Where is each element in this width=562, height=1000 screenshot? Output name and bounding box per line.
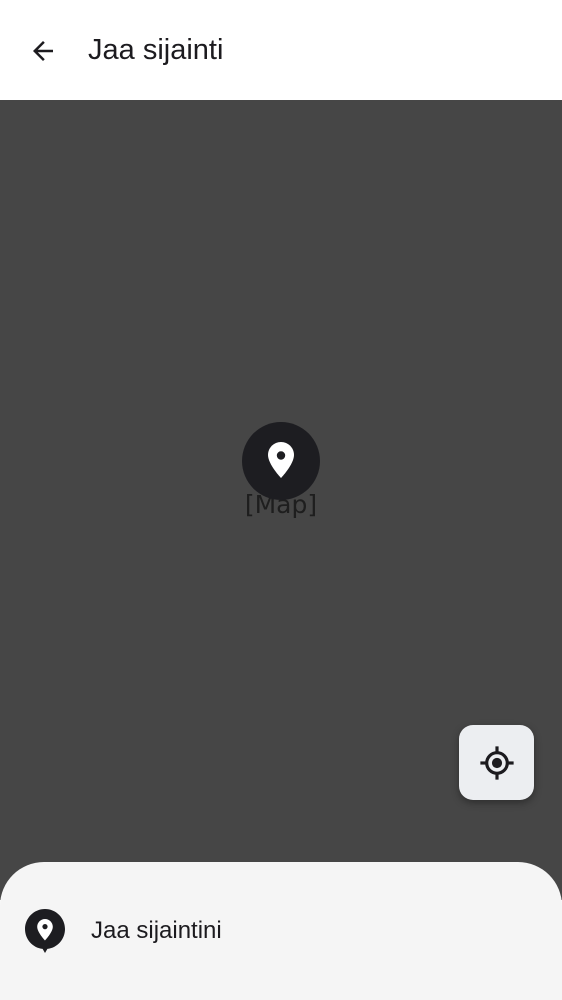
location-pin-icon [242,422,320,500]
bottom-sheet: Jaa sijaintini [0,862,562,1000]
share-my-location-button[interactable]: Jaa sijaintini [0,892,562,972]
location-marker [242,422,320,500]
app-bar: Jaa sijainti [0,0,562,100]
back-button[interactable] [20,28,66,74]
my-location-icon [479,745,514,780]
location-pin-icon [25,909,65,953]
my-location-button[interactable] [459,725,534,800]
arrow-back-icon [33,41,53,61]
page-title: Jaa sijainti [88,34,224,66]
share-my-location-label: Jaa sijaintini [91,917,222,944]
map-view[interactable]: [Map] [0,100,562,900]
